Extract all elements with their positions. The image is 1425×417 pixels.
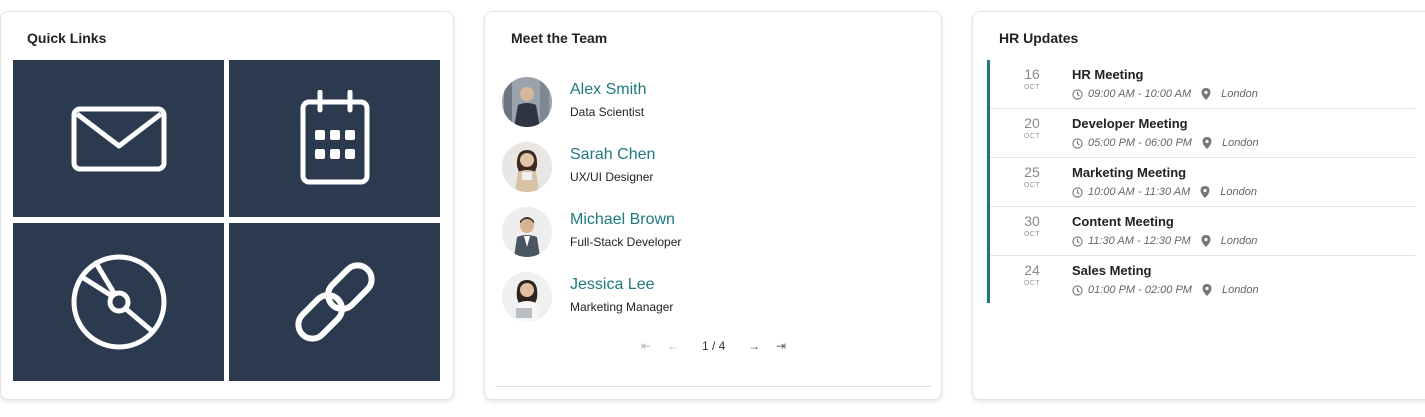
disc-icon <box>71 254 166 350</box>
clock-icon <box>1072 284 1083 296</box>
pager-next-button[interactable]: → <box>748 338 760 354</box>
event-month: OCT <box>1023 84 1041 91</box>
event-month: OCT <box>1023 182 1041 189</box>
event-title[interactable]: Marketing Meeting <box>1072 165 1186 180</box>
event-day: 24 <box>1024 262 1040 278</box>
event-location: London <box>1221 88 1258 100</box>
pager-first-button[interactable]: ⇤ <box>641 338 651 354</box>
event-meta: 01:00 PM - 02:00 PM London <box>1072 284 1259 296</box>
team-member-name[interactable]: Sarah Chen <box>570 146 655 164</box>
quick-links-grid <box>13 60 440 381</box>
meet-the-team-card: Meet the Team Alex Smith Data Scientist <box>484 11 942 400</box>
event-location: London <box>1220 235 1258 247</box>
event-location: London <box>1221 284 1259 296</box>
event-time: 01:00 PM - 02:00 PM <box>1088 284 1192 296</box>
avatar <box>502 272 552 322</box>
team-member-role: Data Scientist <box>570 105 645 119</box>
event-month: OCT <box>1023 133 1041 140</box>
hr-event-list: 16 OCT HR Meeting 09:00 AM - 10:00 AM Lo… <box>987 60 1415 303</box>
quick-links-title: Quick Links <box>27 30 107 46</box>
clock-icon <box>1072 137 1083 149</box>
clock-icon <box>1072 88 1083 100</box>
event-month: OCT <box>1023 280 1041 287</box>
event-time: 05:00 PM - 06:00 PM <box>1088 137 1192 149</box>
avatar <box>502 77 552 127</box>
location-pin-icon <box>1202 137 1212 149</box>
hr-title: HR Updates <box>999 30 1079 46</box>
pager-info: 1 / 4 <box>702 339 726 353</box>
team-member: Alex Smith Data Scientist <box>502 77 922 129</box>
hr-event[interactable]: 25 OCT Marketing Meeting 10:00 AM - 11:3… <box>990 158 1415 207</box>
event-day: 20 <box>1024 115 1040 131</box>
team-member: Michael Brown Full-Stack Developer <box>502 207 922 259</box>
mail-icon <box>71 106 166 171</box>
event-location: London <box>1220 186 1258 198</box>
avatar <box>502 142 552 192</box>
quick-link-calendar[interactable] <box>229 60 440 217</box>
hr-updates-card: HR Updates 16 OCT HR Meeting 09:00 AM - … <box>972 11 1425 400</box>
quick-link-link[interactable] <box>229 223 440 381</box>
hr-event[interactable]: 16 OCT HR Meeting 09:00 AM - 10:00 AM Lo… <box>990 60 1415 109</box>
divider <box>495 386 931 387</box>
event-day: 25 <box>1024 164 1040 180</box>
quick-link-disc[interactable] <box>13 223 224 381</box>
team-title: Meet the Team <box>511 30 608 46</box>
location-pin-icon <box>1201 88 1211 100</box>
team-member-name[interactable]: Alex Smith <box>570 81 646 99</box>
event-day: 30 <box>1024 213 1040 229</box>
team-member-role: UX/UI Designer <box>570 170 654 184</box>
clock-icon <box>1072 186 1083 198</box>
event-meta: 11:30 AM - 12:30 PM London <box>1072 235 1257 247</box>
event-title[interactable]: Content Meeting <box>1072 214 1174 229</box>
event-time: 09:00 AM - 10:00 AM <box>1088 88 1192 100</box>
event-time: 10:00 AM - 11:30 AM <box>1088 186 1191 198</box>
team-member-role: Marketing Manager <box>570 300 674 314</box>
event-title[interactable]: HR Meeting <box>1072 67 1144 82</box>
event-time: 11:30 AM - 12:30 PM <box>1088 235 1191 247</box>
event-meta: 09:00 AM - 10:00 AM London <box>1072 88 1258 100</box>
event-month: OCT <box>1023 231 1041 238</box>
avatar <box>502 207 552 257</box>
event-location: London <box>1221 137 1259 149</box>
team-pager: ⇤ ← 1 / 4 → ⇥ <box>485 338 941 358</box>
pager-last-button[interactable]: ⇥ <box>776 338 786 354</box>
location-pin-icon <box>1200 186 1210 198</box>
team-member: Sarah Chen UX/UI Designer <box>502 142 922 194</box>
calendar-icon <box>300 89 369 184</box>
event-meta: 05:00 PM - 06:00 PM London <box>1072 137 1259 149</box>
location-pin-icon <box>1202 284 1212 296</box>
team-member-role: Full-Stack Developer <box>570 235 682 249</box>
hr-event[interactable]: 30 OCT Content Meeting 11:30 AM - 12:30 … <box>990 207 1415 256</box>
event-title[interactable]: Sales Meting <box>1072 263 1151 278</box>
location-pin-icon <box>1201 235 1211 247</box>
team-member: Jessica Lee Marketing Manager <box>502 272 922 324</box>
event-title[interactable]: Developer Meeting <box>1072 116 1188 131</box>
hr-event[interactable]: 24 OCT Sales Meting 01:00 PM - 02:00 PM … <box>990 256 1415 305</box>
quick-link-mail[interactable] <box>13 60 224 217</box>
team-member-name[interactable]: Michael Brown <box>570 211 675 229</box>
pager-prev-button[interactable]: ← <box>667 338 679 354</box>
hr-event[interactable]: 20 OCT Developer Meeting 05:00 PM - 06:0… <box>990 109 1415 158</box>
link-icon <box>294 262 375 342</box>
event-meta: 10:00 AM - 11:30 AM London <box>1072 186 1257 198</box>
team-member-name[interactable]: Jessica Lee <box>570 276 655 294</box>
event-day: 16 <box>1024 66 1040 82</box>
quick-links-card: Quick Links <box>0 11 454 400</box>
clock-icon <box>1072 235 1083 247</box>
